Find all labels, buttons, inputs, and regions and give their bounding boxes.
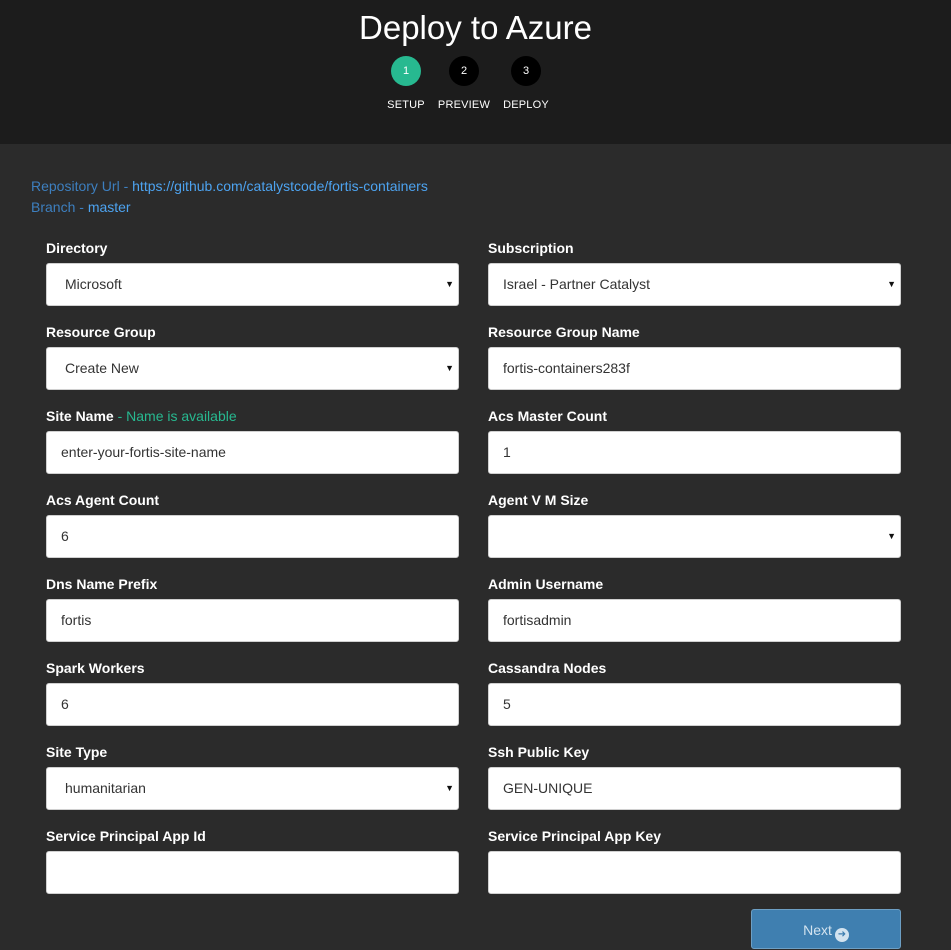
admin-username-label: Admin Username — [488, 576, 604, 592]
site-type-select-value: humanitarian — [65, 780, 146, 796]
branch-line: Branch - master — [31, 198, 131, 216]
resource-group-name-input[interactable]: fortis-containers283f — [488, 347, 901, 390]
dns-name-prefix-input[interactable]: fortis — [46, 599, 459, 642]
repository-url-line: Repository Url - https://github.com/cata… — [31, 177, 428, 195]
site-name-input[interactable]: enter-your-fortis-site-name — [46, 431, 459, 474]
acs-master-count-label: Acs Master Count — [488, 408, 608, 424]
repository-url-link[interactable]: https://github.com/catalystcode/fortis-c… — [132, 178, 428, 194]
step-2-indicator[interactable]: 2 — [449, 56, 479, 86]
ssh-public-key-value: GEN-UNIQUE — [503, 780, 593, 796]
acs-master-count-value: 1 — [503, 444, 511, 460]
arrow-right-circle-icon: ➜ — [834, 928, 849, 942]
chevron-down-icon: ▼ — [887, 531, 896, 541]
agent-vm-size-label: Agent V M Size — [488, 492, 589, 508]
acs-master-count-input[interactable]: 1 — [488, 431, 901, 474]
sp-app-key-label: Service Principal App Key — [488, 828, 661, 844]
ssh-public-key-label: Ssh Public Key — [488, 744, 590, 760]
branch-label: Branch - — [31, 199, 88, 215]
agent-vm-size-select[interactable]: ▼ — [488, 515, 901, 558]
page-header: Deploy to Azure 1 SETUP 2 PREVIEW 3 DEPL… — [0, 0, 951, 144]
cassandra-nodes-label: Cassandra Nodes — [488, 660, 607, 676]
directory-label: Directory — [46, 240, 108, 256]
resource-group-select[interactable]: Create New ▼ — [46, 347, 459, 390]
ssh-public-key-input[interactable]: GEN-UNIQUE — [488, 767, 901, 810]
site-name-value: enter-your-fortis-site-name — [61, 444, 226, 460]
admin-username-input[interactable]: fortisadmin — [488, 599, 901, 642]
step-1-indicator[interactable]: 1 — [391, 56, 421, 86]
next-button-label: Next — [803, 922, 832, 938]
subscription-select-value: Israel - Partner Catalyst — [503, 276, 651, 292]
sp-app-id-label: Service Principal App Id — [46, 828, 206, 844]
spark-workers-label: Spark Workers — [46, 660, 145, 676]
admin-username-value: fortisadmin — [503, 612, 572, 628]
resource-group-name-value: fortis-containers283f — [503, 360, 630, 376]
repository-url-label: Repository Url - — [31, 178, 133, 194]
site-name-label-group: Site Name - Name is available — [46, 407, 237, 425]
branch-value: master — [87, 199, 131, 215]
cassandra-nodes-value: 5 — [503, 696, 511, 712]
subscription-select[interactable]: Israel - Partner Catalyst ▼ — [488, 263, 901, 306]
spark-workers-value: 6 — [61, 696, 69, 712]
page-title: Deploy to Azure — [359, 9, 592, 46]
sp-app-key-input[interactable] — [488, 851, 901, 894]
dns-name-prefix-value: fortis — [61, 612, 92, 628]
site-name-availability: - Name is available — [113, 408, 237, 424]
acs-agent-count-value: 6 — [61, 528, 69, 544]
site-type-select[interactable]: humanitarian ▼ — [46, 767, 459, 810]
acs-agent-count-input[interactable]: 6 — [46, 515, 459, 558]
resource-group-label: Resource Group — [46, 324, 156, 340]
sp-app-id-input[interactable] — [46, 851, 459, 894]
chevron-down-icon: ▼ — [887, 279, 896, 289]
directory-select[interactable]: Microsoft ▼ — [46, 263, 459, 306]
subscription-label: Subscription — [488, 240, 574, 256]
spark-workers-input[interactable]: 6 — [46, 683, 459, 726]
chevron-down-icon: ▼ — [445, 363, 454, 373]
site-type-label: Site Type — [46, 744, 108, 760]
directory-select-value: Microsoft — [65, 276, 122, 292]
site-name-label: Site Name — [46, 408, 114, 424]
step-3-indicator[interactable]: 3 — [511, 56, 541, 86]
acs-agent-count-label: Acs Agent Count — [46, 492, 160, 508]
next-button[interactable]: Next ➜ — [751, 909, 901, 949]
resource-group-name-label: Resource Group Name — [488, 324, 640, 340]
cassandra-nodes-input[interactable]: 5 — [488, 683, 901, 726]
chevron-down-icon: ▼ — [445, 279, 454, 289]
resource-group-select-value: Create New — [65, 360, 139, 376]
chevron-down-icon: ▼ — [445, 783, 454, 793]
step-3-label[interactable]: DEPLOY — [486, 98, 566, 112]
dns-name-prefix-label: Dns Name Prefix — [46, 576, 158, 592]
